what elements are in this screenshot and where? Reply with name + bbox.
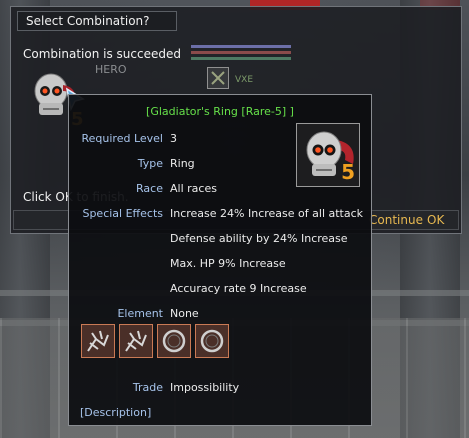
special-effect-line: Max. HP 9% Increase [170,257,286,270]
empty-ring-slot-icon [200,329,224,353]
race-value: All races [170,182,217,195]
special-effect-line: Defense ability by 24% Increase [170,232,348,245]
item-tooltip: [Gladiator's Ring [Rare-5] ] Required Le… [68,94,372,426]
slot-label: VXE [235,75,254,85]
element-slot[interactable] [81,324,115,358]
empty-ring-slot-icon [162,329,186,353]
item-name: [Gladiator's Ring [Rare-5] ] [146,105,294,118]
description-link[interactable]: [Description] [80,406,151,419]
combination-status: Combination is succeeded [23,47,181,61]
continue-button[interactable]: Continue [369,213,423,227]
engraved-rune-icon [87,330,109,352]
dialog-title: Select Combination? [17,11,177,31]
race-label: Race [136,182,163,195]
ok-button[interactable]: OK [427,213,444,227]
item-icon: 5 [296,123,360,187]
trade-value: Impossibility [170,381,240,394]
special-effects-label: Special Effects [82,207,163,220]
material-icon [211,71,225,85]
material-slot[interactable] [207,67,229,89]
bar [191,45,291,48]
bar [191,57,291,60]
hero-label: HERO [95,63,127,76]
type-value: Ring [170,157,195,170]
element-label: Element [117,307,163,320]
special-effect-line: Increase 24% Increase of all attack [170,207,364,220]
special-effect-line: Accuracy rate 9 Increase [170,282,307,295]
required-level-value: 3 [170,132,177,145]
element-value: None [170,307,199,320]
element-slot[interactable] [119,324,153,358]
icon-level-badge: 5 [341,160,355,184]
engraved-rune-icon [125,330,147,352]
bar [191,51,291,54]
required-level-label: Required Level [81,132,164,145]
type-label: Type [137,157,163,170]
trade-label: Trade [132,381,163,394]
element-slot[interactable] [195,324,229,358]
progress-bars [191,45,291,63]
element-slot[interactable] [157,324,191,358]
